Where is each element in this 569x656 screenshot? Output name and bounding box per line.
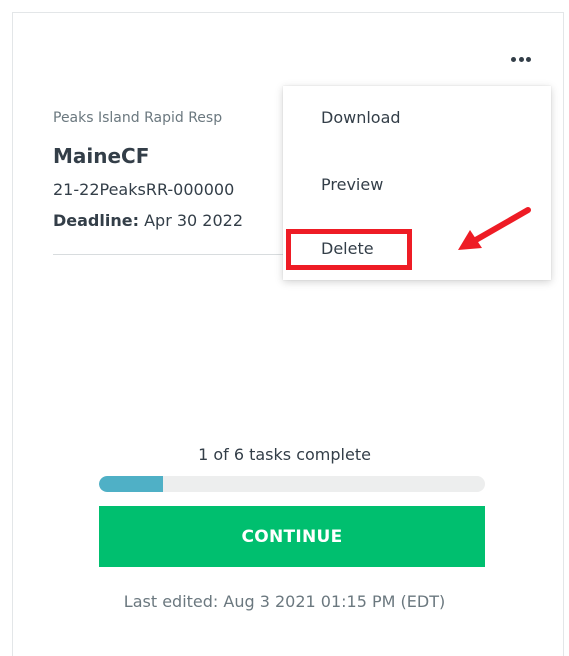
tasks-progress-text: 1 of 6 tasks complete: [198, 445, 371, 464]
annotation-highlight-box: [286, 229, 412, 270]
deadline-value: Apr 30 2022: [144, 211, 244, 230]
menu-item-download[interactable]: Download: [321, 108, 401, 127]
progress-bar-fill: [99, 476, 164, 492]
continue-button[interactable]: CONTINUE: [99, 506, 485, 567]
dot-icon: [518, 56, 524, 62]
deadline: Deadline: Apr 30 2022: [53, 211, 243, 230]
dot-icon: [511, 56, 516, 62]
card-title: MaineCF: [53, 144, 150, 168]
organization-name: Peaks Island Rapid Resp: [53, 110, 223, 126]
annotation-arrow-icon: [458, 207, 531, 250]
deadline-label: Deadline:: [53, 211, 139, 230]
dot-icon: [526, 56, 531, 62]
menu-item-preview[interactable]: Preview: [321, 175, 383, 194]
last-edited-timestamp: Last edited: Aug 3 2021 01:15 PM (EDT): [123, 592, 446, 611]
reference-number: 21-22PeaksRR-000000: [53, 180, 235, 199]
more-options-icon[interactable]: [506, 52, 536, 66]
divider: [53, 254, 285, 255]
progress-bar: [99, 476, 485, 492]
